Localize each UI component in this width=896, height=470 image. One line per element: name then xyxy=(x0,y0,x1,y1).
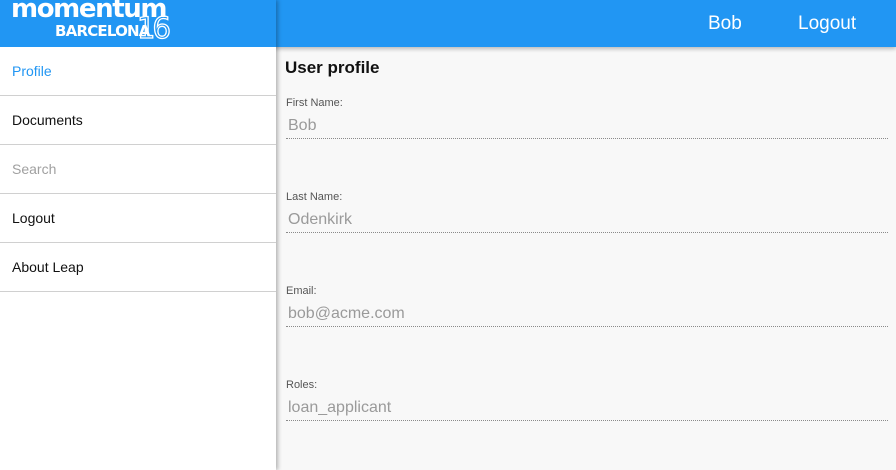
page-title: User profile xyxy=(285,58,380,77)
sidebar-menu: Profile Documents Search Logout About Le… xyxy=(0,47,276,292)
sidebar: momentum BARCELONA 16 Profile Documents … xyxy=(0,0,276,470)
email-label: Email: xyxy=(286,285,317,297)
last-name-label: Last Name: xyxy=(286,191,343,203)
sidebar-item-profile[interactable]: Profile xyxy=(0,47,276,96)
roles-field: Roles: xyxy=(286,379,888,421)
sidebar-item-about-leap[interactable]: About Leap xyxy=(0,243,276,292)
sidebar-item-logout[interactable]: Logout xyxy=(0,194,276,243)
roles-input[interactable] xyxy=(286,395,888,421)
last-name-input[interactable] xyxy=(286,207,888,233)
logout-button[interactable]: Logout xyxy=(798,13,856,35)
logo-number: 16 xyxy=(136,11,171,45)
first-name-field: First Name: xyxy=(286,97,888,139)
email-input[interactable] xyxy=(286,301,888,327)
sidebar-item-documents[interactable]: Documents xyxy=(0,96,276,145)
logo-city: BARCELONA xyxy=(55,22,150,40)
user-name-button[interactable]: Bob xyxy=(708,13,742,35)
sidebar-item-search[interactable]: Search xyxy=(0,145,276,194)
last-name-field: Last Name: xyxy=(286,191,888,233)
roles-label: Roles: xyxy=(286,379,318,391)
sidebar-header: momentum BARCELONA 16 xyxy=(0,0,276,47)
main-content: User profile First Name: Last Name: Emai… xyxy=(276,47,896,470)
first-name-label: First Name: xyxy=(286,97,343,109)
email-field: Email: xyxy=(286,285,888,327)
first-name-input[interactable] xyxy=(286,113,888,139)
